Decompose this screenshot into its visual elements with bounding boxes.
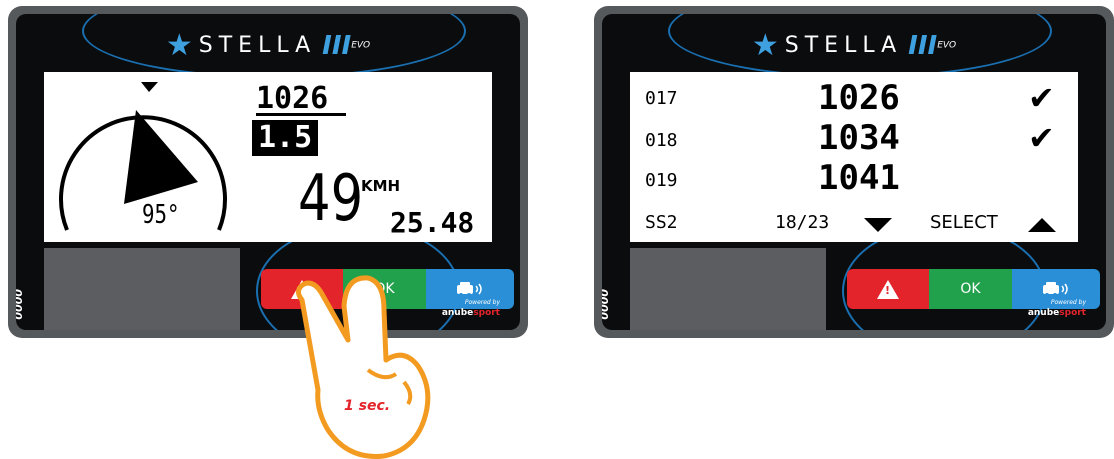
blank-panel <box>630 248 826 330</box>
lcd-screen: 017 1026 ✔ 018 1034 ✔ 019 1041 SS2 18/23… <box>630 72 1078 242</box>
car-signal-icon <box>1043 282 1068 297</box>
row-id: 018 <box>645 130 678 151</box>
checkmark-icon: ✔ <box>1028 119 1055 157</box>
pointing-hand-icon <box>296 275 431 459</box>
stage-label: SS2 <box>645 212 678 233</box>
row-id: 017 <box>645 88 678 109</box>
powered-by: Powered by anubesport <box>441 299 500 318</box>
star-logo-icon: ★ <box>165 28 193 63</box>
star-logo-icon: ★ <box>751 28 779 63</box>
reference-underline <box>256 113 346 116</box>
row-value: 1034 <box>818 118 900 158</box>
warning-icon: ! <box>877 279 899 299</box>
reference-value: 1026 <box>256 81 329 116</box>
speed-unit: KMH <box>361 177 401 195</box>
heading-arrow-icon <box>124 110 198 204</box>
device-bezel: ★ STELLA IIIEVO 017 1026 ✔ 018 1034 ✔ 019 … <box>602 14 1106 330</box>
average-value: 25.48 <box>390 206 475 239</box>
hold-duration-label: 1 sec. <box>344 398 391 414</box>
arrow-up-icon <box>1028 218 1056 232</box>
alert-button[interactable]: ! <box>847 269 929 309</box>
brand-logo: ★ STELLA IIIEVO <box>165 28 371 63</box>
heading-degrees: 95° <box>142 200 180 230</box>
speed-value: 49 <box>298 162 364 236</box>
row-id: 019 <box>645 170 678 191</box>
north-marker-icon <box>141 82 158 92</box>
device-left: ★ STELLA IIIEVO 95° 1026 1.5 49 KMH 25.48 … <box>8 6 528 338</box>
arrow-down-icon <box>864 218 892 232</box>
powered-by: Powered by anubesport <box>1027 299 1086 318</box>
device-right: ★ STELLA IIIEVO 017 1026 ✔ 018 1034 ✔ 019 … <box>594 6 1114 338</box>
ok-button[interactable]: OK <box>929 269 1012 309</box>
serial-number: 0000 <box>602 289 610 320</box>
car-signal-icon <box>457 282 482 297</box>
lcd-screen: 95° 1026 1.5 49 KMH 25.48 <box>44 72 492 242</box>
row-value: 1041 <box>818 158 900 198</box>
row-value: 1026 <box>818 78 900 118</box>
distance-value: 1.5 <box>252 120 319 156</box>
blank-panel <box>44 248 240 330</box>
device-bezel: ★ STELLA IIIEVO 95° 1026 1.5 49 KMH 25.48 … <box>16 14 520 330</box>
select-label: SELECT <box>930 212 998 233</box>
brand-logo: ★ STELLA IIIEVO <box>751 28 957 63</box>
serial-number: 0000 <box>16 289 24 320</box>
checkmark-icon: ✔ <box>1028 79 1055 117</box>
page-indicator: 18/23 <box>775 212 830 233</box>
